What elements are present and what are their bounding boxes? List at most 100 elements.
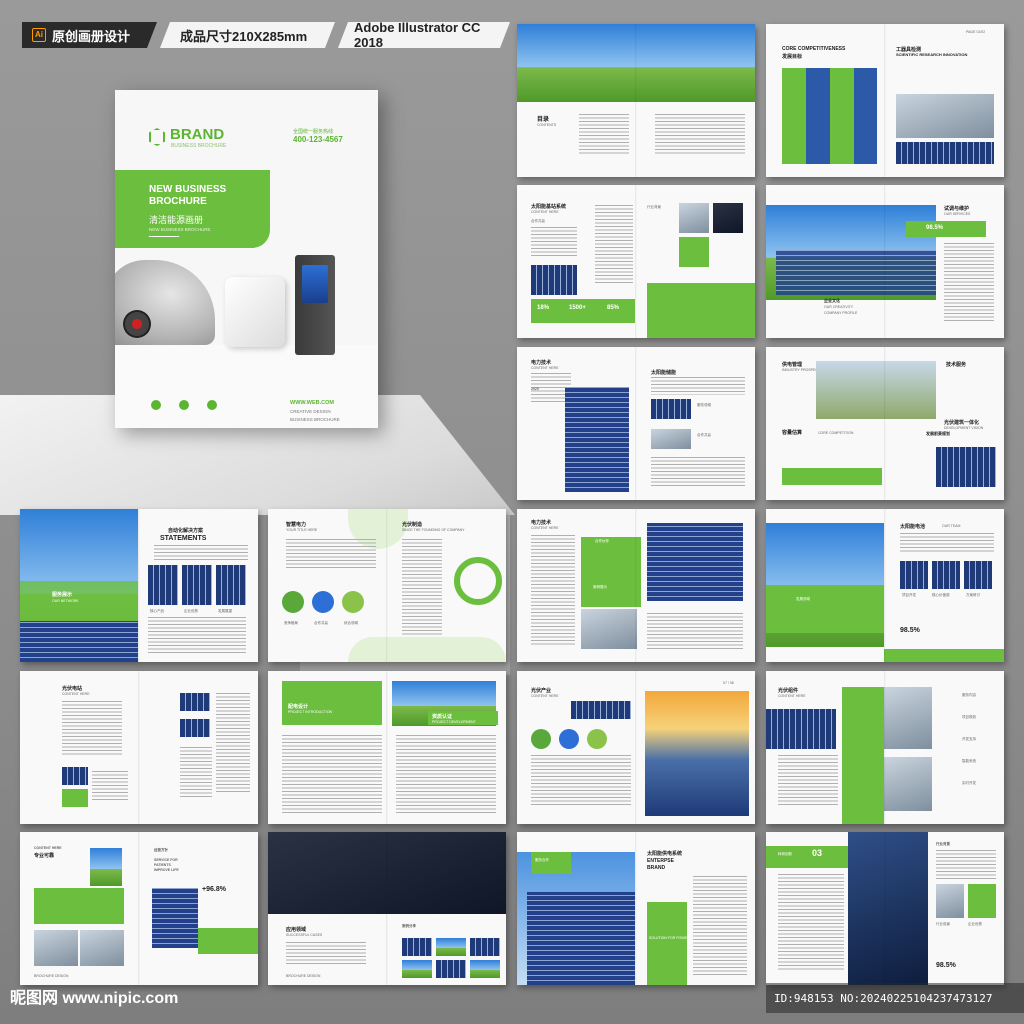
spread-power-tech-2: 电力技术 CONTENT HERE 合作伙伴 案例展示 (517, 509, 755, 662)
solar-panel-photo (565, 387, 629, 492)
spread-title-en-2: SCIENTIFIC RESEARCH INNOVATION (896, 52, 968, 57)
spread-right-title: 案例分享 (402, 924, 416, 928)
text-block (62, 701, 122, 757)
profile-line-1: OUR CREATIVITY (824, 305, 854, 309)
icon-list (778, 874, 844, 970)
spread-title: 太阳能供电系统 (647, 851, 683, 857)
spread-right-subtitle: SINCE THE FOUNDING OF COMPANY (402, 528, 465, 532)
label: 企业优势 (184, 609, 198, 613)
cover-brand-sub: BUSINESS BROCHURE (171, 143, 227, 149)
spread-subtitle: CONTENT HERE (531, 210, 559, 214)
cover-hotline-label: 全国统一服务热线 (293, 129, 334, 135)
spread-title: 太阳能基站系统 (531, 204, 567, 210)
section-number: 03 (812, 848, 823, 858)
bar-graphic (782, 457, 882, 485)
text-block (286, 539, 376, 569)
right-line-1: SERVICE FOR (154, 858, 178, 862)
spread-subtitle: CONTENT HERE (531, 694, 559, 698)
spread-right-title: 太阳能储能 (651, 370, 677, 376)
spread-title-cn: 专业可靠 (34, 853, 55, 859)
spread-competitiveness: PAGE 01/02 CORE COMPETITIVENESS 发展目标 工器具… (766, 24, 1004, 177)
spread-title-cn: 自动化解决方案 (168, 528, 204, 534)
size-label: 成品尺寸210X285mm (180, 28, 308, 44)
spread-right-subtitle: PROJECT DEVELOPMENT (432, 720, 476, 724)
solar-photo (402, 938, 432, 956)
mail-icon (179, 400, 189, 410)
right-tag: 经营方针 (154, 848, 168, 852)
photo (679, 203, 709, 233)
solar-photo (896, 142, 994, 164)
right-line-2: PATIENTS (154, 863, 171, 867)
solar-panel-photo (152, 888, 198, 948)
circle-photo (559, 729, 579, 749)
spread-power-tech: 电力技术 CONTENT HERE 2025 太阳能储能 服务领域 合作共赢 (517, 347, 755, 500)
solar-photo (436, 960, 466, 978)
spread-subtitle: CONTENT HERE (62, 692, 90, 696)
spread-title-en-1: ENTERPSE (647, 858, 674, 864)
spread-subtitle: CONTENT HERE (531, 366, 559, 370)
circle-photo (531, 729, 551, 749)
cover-brand: BRAND (170, 126, 225, 143)
stat-value: 85% (607, 305, 620, 311)
lab-photo (896, 94, 994, 138)
factory-photo (884, 757, 932, 811)
green-tag (531, 852, 571, 874)
cover-divider (149, 236, 179, 237)
solar-photo (571, 701, 631, 719)
solar-photo (470, 938, 500, 956)
right-tag: 行业背景 (936, 842, 950, 846)
text-block (944, 243, 994, 323)
ring-graphic (454, 557, 502, 605)
solar-photo (932, 561, 960, 589)
field-photo (470, 960, 500, 978)
overlay-title: 服务展示 (52, 592, 73, 598)
city-photo (581, 609, 637, 649)
solar-photo (900, 561, 928, 589)
cover-tagline-2: BUSINESS BROCHURE (290, 417, 340, 422)
badge-label: 发展领域 (796, 597, 810, 601)
cover-website: WWW.WEB.COM (290, 400, 334, 406)
cover-title-panel (115, 170, 270, 248)
contents-list (579, 114, 629, 154)
percent-value: 98.5% (926, 225, 944, 231)
location-icon (207, 400, 217, 410)
spread-title: 试调与维护 (944, 206, 970, 212)
percent-value: 98.5% (900, 627, 920, 634)
photo (651, 429, 691, 449)
spread-applications: 应用领域 SUCCESSFUL CASES BROCHURE DESIGN 案例… (268, 832, 506, 985)
label: 服务领域 (697, 403, 711, 407)
profile-cn: 企业文化 (824, 298, 840, 303)
green-panel (581, 537, 641, 607)
spread-title: 光伏电站 (62, 686, 83, 692)
size-tag: 成品尺寸210X285mm (160, 22, 335, 48)
text-block (402, 539, 442, 639)
cover-floor (115, 345, 378, 428)
spread-professional: CONTENT HERE 专业可靠 BROCHURE DESIGN 经营方针 S… (20, 832, 258, 985)
percent-value: 98.5% (936, 962, 956, 969)
sunset-solar-photo (645, 691, 749, 816)
overlay-subtitle: OUR NETWORK (52, 599, 79, 603)
city-photo (80, 930, 124, 966)
spread-right-title: 资质认证 (432, 714, 453, 720)
text-block (778, 755, 838, 805)
green-strip (884, 649, 1004, 662)
label: 智能系统 (962, 759, 976, 763)
photo (936, 884, 964, 918)
spread-right-title: 技术服务 (946, 362, 967, 368)
label: 实时开发 (962, 781, 976, 785)
cover-tagline-1: CREATIVE DESIGN (290, 409, 331, 414)
spread-title: 智慧电力 (286, 522, 307, 528)
right-subtitle-2: 光伏建筑一体化 (944, 420, 980, 426)
solar-panel-photo (20, 621, 138, 662)
photo (713, 203, 743, 233)
cover-subtitle: NEW BUSINESS BROCHURE (149, 227, 211, 232)
technician-photo (848, 832, 928, 985)
spread-subtitle: CONTENTS (537, 123, 557, 127)
spread-title: 光伏产业 (531, 688, 552, 694)
label: 项目开发 (902, 593, 916, 597)
text-block (531, 227, 577, 257)
text-block (647, 613, 743, 649)
wind-photo (90, 848, 122, 886)
spread-subtitle: OUR TEAM (942, 524, 961, 528)
spread-title: STATEMENTS (160, 535, 207, 542)
